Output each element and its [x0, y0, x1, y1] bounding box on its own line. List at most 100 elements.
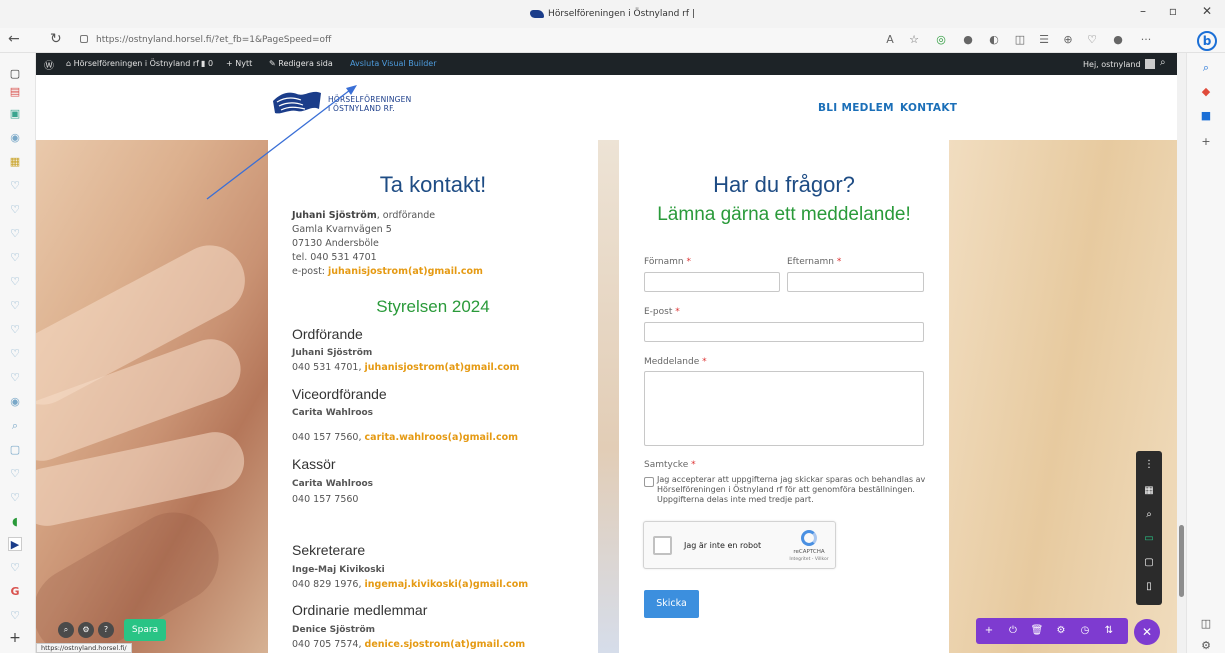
tab-icon[interactable]: ◖ [8, 515, 22, 529]
wordpress-logo-icon[interactable]: Ⓦ [44, 57, 54, 72]
contact-email-link[interactable]: juhanisjostrom(at)gmail.com [328, 266, 483, 277]
active-tab-icon[interactable]: ▶ [8, 537, 22, 551]
divi-close-icon[interactable]: ✕ [1134, 619, 1160, 645]
profile-icon[interactable]: ● [1110, 33, 1126, 46]
contact-address2: 07130 Andersböle [292, 238, 379, 249]
tab-icon[interactable]: ♡ [8, 227, 22, 241]
search-icon[interactable]: ⌕ [1199, 61, 1213, 75]
save-button[interactable]: Spara [124, 619, 166, 641]
divi-history-icon[interactable]: ◷ [1076, 625, 1094, 636]
page-scrollbar[interactable] [1177, 53, 1186, 653]
consent-checkbox[interactable] [644, 477, 654, 487]
tab-icon[interactable]: ♡ [8, 299, 22, 313]
minimize-button[interactable]: – [1128, 4, 1158, 18]
adminbar-comments[interactable]: ▮ 0 [201, 59, 213, 68]
divi-phone-view-icon[interactable]: ▯ [1136, 581, 1162, 592]
tab-icon[interactable]: ◉ [8, 395, 22, 409]
collections-icon[interactable]: ⊕ [1060, 33, 1076, 46]
tab-icon[interactable]: ▢ [8, 443, 22, 457]
divi-tablet-view-icon[interactable]: ▢ [1136, 557, 1162, 568]
nav-kontakt[interactable]: KONTAKT [900, 102, 957, 114]
tab-icon[interactable]: ♡ [8, 491, 22, 505]
adminbar-search-icon[interactable]: ⌕ [1160, 57, 1166, 68]
tab-icon[interactable]: ▣ [8, 107, 22, 121]
board-member-email-link[interactable]: juhanisjostrom(at)gmail.com [365, 362, 520, 373]
back-button[interactable]: ← [8, 31, 20, 47]
adminbar-account[interactable]: Hej, ostnyland [1083, 59, 1155, 69]
adminbar-site-name[interactable]: ⌂ Hörselföreningen i Östnyland rf [66, 59, 199, 68]
recaptcha-terms[interactable]: Integritet - Villkor [784, 557, 834, 562]
shopping-icon[interactable]: ◆ [1199, 85, 1213, 99]
adminbar-edit-page[interactable]: ✎ Redigera sida [269, 59, 333, 68]
consent-label: Samtycke * [644, 460, 696, 470]
recaptcha-checkbox[interactable] [653, 536, 672, 555]
extension-icon[interactable]: ◎ [933, 33, 949, 46]
tab-icon[interactable]: ♡ [8, 203, 22, 217]
favorite-star-icon[interactable]: ☆ [906, 33, 922, 46]
tab-icon[interactable]: ♡ [8, 323, 22, 337]
divi-trash-icon[interactable]: 🗑 [1028, 625, 1046, 636]
google-tab-icon[interactable]: G [8, 585, 22, 599]
close-window-button[interactable]: ✕ [1192, 4, 1222, 18]
restore-button[interactable]: ▫ [1158, 4, 1188, 18]
tab-icon[interactable]: ◉ [8, 131, 22, 145]
tab-actions-icon[interactable]: ▢ [8, 67, 22, 81]
read-aloud-icon[interactable]: A [882, 33, 898, 46]
browser-essentials-icon[interactable]: ♡ [1084, 33, 1100, 46]
divi-gear-icon[interactable]: ⚙ [78, 622, 94, 638]
nav-bli-medlem[interactable]: BLI MEDLEM [818, 102, 894, 114]
divi-more-icon[interactable]: ⋮ [1136, 459, 1162, 470]
tab-icon[interactable]: ♡ [8, 609, 22, 623]
email-field[interactable] [644, 322, 924, 342]
tab-icon[interactable]: ♡ [8, 561, 22, 575]
divi-search-icon[interactable]: ⌕ [58, 622, 74, 638]
new-tab-icon[interactable]: + [8, 631, 22, 645]
submit-button[interactable]: Skicka [644, 590, 699, 618]
tab-icon[interactable]: ♡ [8, 347, 22, 361]
board-member-email-link[interactable]: ingemaj.kivikoski(a)gmail.com [365, 579, 529, 590]
form-subheading: Lämna gärna ett meddelande! [657, 204, 911, 225]
adminbar-exit-visual-builder[interactable]: Avsluta Visual Builder [350, 59, 437, 68]
message-textarea[interactable] [644, 371, 924, 446]
divi-page-settings-bar: ⋮ ▦ ⌕ ▭ ▢ ▯ [1136, 451, 1162, 605]
browser-left-sidebar: ▢ ▤ ▣ ◉ ▦ ♡ ♡ ♡ ♡ ♡ ♡ ♡ ♡ ♡ ◉ ⌕ ▢ ♡ ♡ ◖ … [0, 53, 36, 653]
consent-text: Jag accepterar att uppgifterna jag skick… [657, 475, 926, 504]
tab-icon[interactable]: ♡ [8, 371, 22, 385]
tab-icon[interactable]: ♡ [8, 179, 22, 193]
adminbar-new[interactable]: + Nytt [226, 59, 252, 68]
lastname-field[interactable] [787, 272, 924, 292]
divi-settings-icon[interactable]: ⚙ [1052, 625, 1070, 636]
board-member-email-link[interactable]: carita.wahlroos(a)gmail.com [365, 432, 519, 443]
divi-zoom-icon[interactable]: ⌕ [1136, 509, 1162, 520]
divi-wireframe-icon[interactable]: ▦ [1136, 485, 1162, 496]
refresh-button[interactable]: ↻ [50, 31, 62, 47]
divi-portability-icon[interactable]: ⇅ [1100, 625, 1118, 636]
favorites-icon[interactable]: ☰ [1036, 33, 1052, 46]
tab-icon[interactable]: ⌕ [8, 419, 22, 433]
tab-icon[interactable]: ▤ [8, 85, 22, 99]
tab-icon[interactable]: ▦ [8, 155, 22, 169]
board-member-name: Carita Wahlroos [292, 408, 374, 418]
logo-text[interactable]: HÖRSELFÖRENINGEN I ÖSTNYLAND RF. [328, 95, 411, 113]
extension2-icon[interactable]: ● [960, 33, 976, 46]
divi-power-icon[interactable]: ⏻ [1004, 625, 1022, 636]
tab-icon[interactable]: ♡ [8, 467, 22, 481]
extension3-icon[interactable]: ◐ [986, 33, 1002, 46]
page-scrollbar-thumb[interactable] [1179, 525, 1184, 597]
copilot-bing-icon[interactable]: b [1197, 31, 1217, 51]
tab-icon[interactable]: ♡ [8, 275, 22, 289]
outlook-icon[interactable]: ■ [1199, 109, 1213, 123]
tab-icon[interactable]: ♡ [8, 251, 22, 265]
hide-sidebar-icon[interactable]: ◫ [1199, 617, 1213, 631]
add-sidebar-app-icon[interactable]: + [1199, 135, 1213, 149]
split-screen-icon[interactable]: ◫ [1012, 33, 1028, 46]
board-member-email-link[interactable]: denice.sjostrom(at)gmail.com [365, 639, 526, 650]
association-logo-icon[interactable] [271, 85, 323, 121]
settings-gear-icon[interactable]: ⚙ [1199, 639, 1213, 653]
address-bar[interactable]: https://ostnyland.horsel.fi/?et_fb=1&Pag… [80, 31, 640, 49]
firstname-field[interactable] [644, 272, 780, 292]
more-menu-icon[interactable]: ··· [1138, 33, 1154, 46]
divi-help-icon[interactable]: ? [98, 622, 114, 638]
divi-desktop-view-icon[interactable]: ▭ [1136, 533, 1162, 544]
divi-add-icon[interactable]: + [980, 625, 998, 636]
